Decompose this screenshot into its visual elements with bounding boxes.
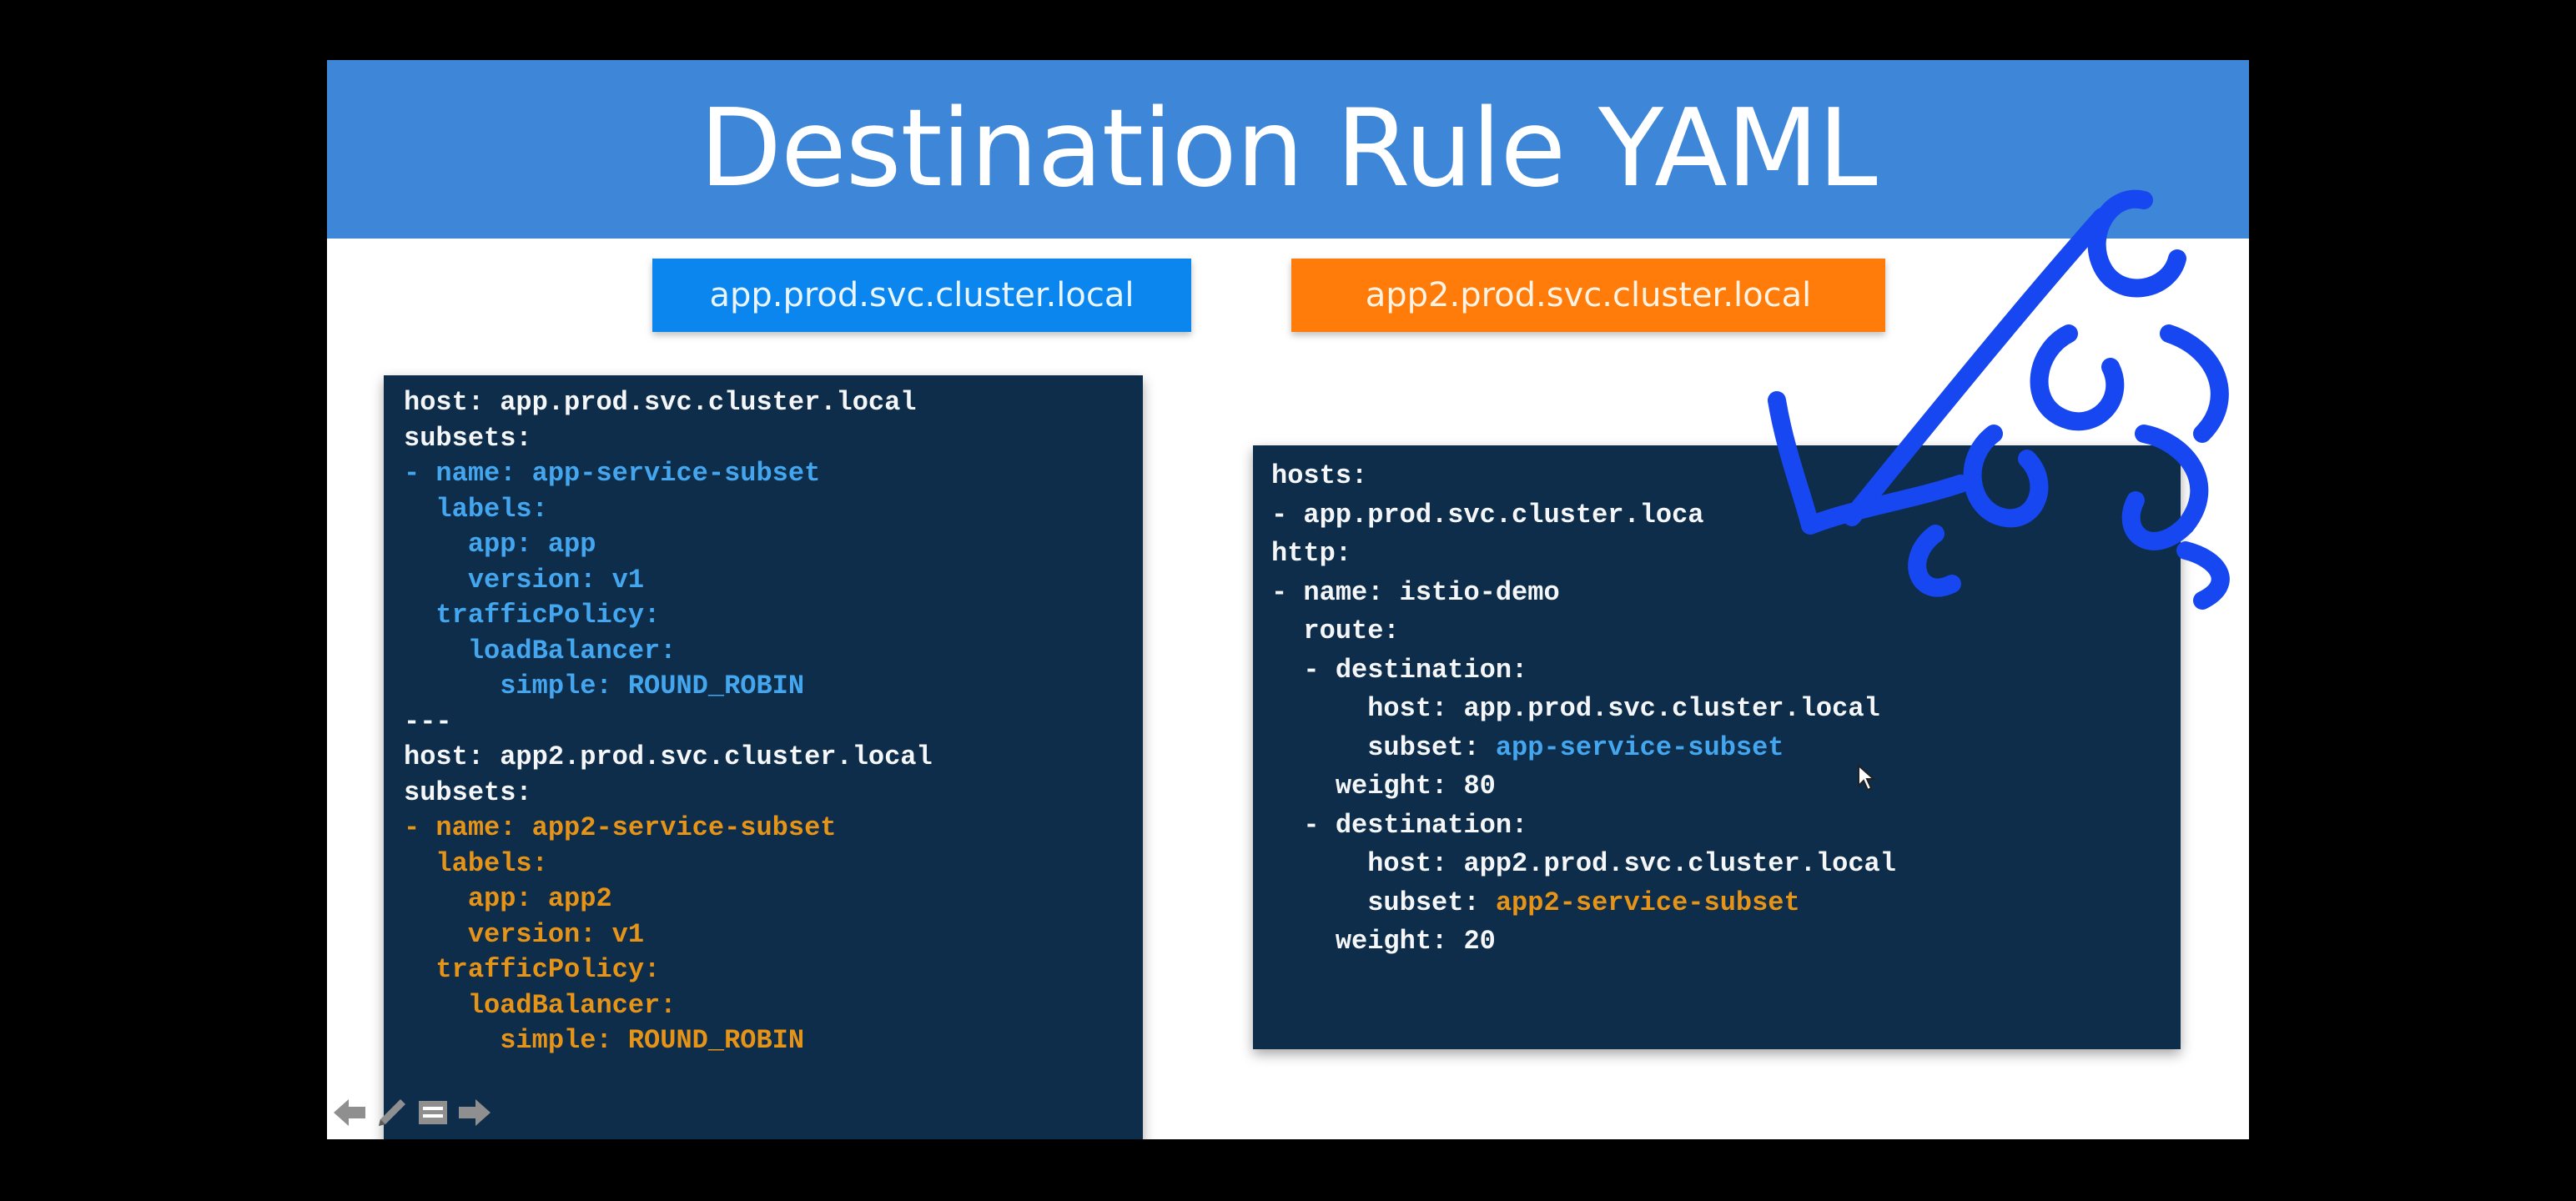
destination-rule-line: - name: app2-service-subset <box>404 812 837 843</box>
destination-rule-line: trafficPolicy: <box>404 954 661 985</box>
virtual-service-line: subset: app-service-subset <box>1271 729 1784 767</box>
destination-rule-line: simple: ROUND_ROBIN <box>404 671 805 701</box>
virtual-service-line-text: - app.prod.svc.cluster.loca <box>1271 499 1704 530</box>
virtual-service-line: weight: 20 <box>1271 922 1496 961</box>
host-label-app: app.prod.svc.cluster.local <box>652 259 1191 332</box>
destination-rule-line: loadBalancer: <box>404 635 677 666</box>
mouse-cursor-icon <box>1858 764 1876 791</box>
virtual-service-line: weight: 80 <box>1271 767 1496 806</box>
forward-arrow-icon[interactable] <box>454 1093 494 1133</box>
destination-rule-line: loadBalancer: <box>404 989 677 1021</box>
destination-rule-line: app: app <box>404 529 596 560</box>
virtual-service-line: - destination: <box>1271 651 1527 690</box>
virtual-service-line: hosts: <box>1271 457 1367 495</box>
virtual-service-line-text: weight: 20 <box>1271 926 1496 957</box>
virtual-service-line: - destination: <box>1271 807 1527 845</box>
subset-value: app2-service-subset <box>1495 887 1800 918</box>
virtual-service-code-panel: hosts: - app.prod.svc.cluster.loca http: - … <box>1253 445 2181 1049</box>
virtual-service-line: - app.prod.svc.cluster.loca <box>1271 496 1703 535</box>
destination-rule-line: host: app2.prod.svc.cluster.local <box>404 741 933 772</box>
virtual-service-line-text: weight: 80 <box>1271 771 1496 802</box>
destination-rule-line: labels: <box>404 493 548 525</box>
subset-value: app-service-subset <box>1495 731 1784 763</box>
virtual-service-line-text: http: <box>1271 538 1352 569</box>
virtual-service-line-text: subset: <box>1271 887 1496 918</box>
virtual-service-line: host: app2.prod.svc.cluster.local <box>1271 845 1896 883</box>
destination-rule-line: version: v1 <box>404 918 645 950</box>
destination-rule-line: app: app2 <box>404 883 612 914</box>
destination-rule-line: - name: app-service-subset <box>404 458 821 489</box>
virtual-service-line: http: <box>1271 535 1351 573</box>
destination-rule-line: subsets: <box>404 776 532 808</box>
pen-icon[interactable] <box>372 1093 412 1133</box>
virtual-service-line: route: <box>1271 612 1400 651</box>
destination-rule-line: subsets: <box>404 422 532 454</box>
destination-rule-line: trafficPolicy: <box>404 600 661 631</box>
back-arrow-icon[interactable] <box>330 1093 370 1133</box>
virtual-service-line-text: - destination: <box>1271 654 1528 686</box>
virtual-service-line-text: subset: <box>1271 731 1496 763</box>
virtual-service-line-text: host: app.prod.svc.cluster.local <box>1271 693 1880 724</box>
virtual-service-line: - name: istio-demo <box>1271 574 1560 612</box>
slide: Destination Rule YAML app.prod.svc.clust… <box>327 60 2249 1139</box>
destination-rule-line: host: app.prod.svc.cluster.local <box>404 387 917 418</box>
presentation-toolbar <box>327 1093 511 1133</box>
destination-rule-line: labels: <box>404 847 548 879</box>
slide-title: Destination Rule YAML <box>699 87 1877 211</box>
destination-rule-code-panel: host: app.prod.svc.cluster.local subsets:… <box>384 375 1143 1139</box>
virtual-service-line-text: host: app2.prod.svc.cluster.local <box>1271 848 1896 879</box>
virtual-service-line-text: hosts: <box>1271 460 1368 491</box>
virtual-service-line: subset: app2-service-subset <box>1271 884 1800 922</box>
destination-rule-line: simple: ROUND_ROBIN <box>404 1025 805 1056</box>
host-label-app2: app2.prod.svc.cluster.local <box>1291 259 1885 332</box>
title-bar: Destination Rule YAML <box>327 60 2249 239</box>
virtual-service-line: host: app.prod.svc.cluster.local <box>1271 690 1880 728</box>
destination-rule-line: --- <box>404 706 452 737</box>
virtual-service-line-text: - name: istio-demo <box>1271 576 1560 608</box>
destination-rule-line: version: v1 <box>404 564 645 595</box>
virtual-service-line-text: route: <box>1271 616 1400 646</box>
slides-menu-icon[interactable] <box>414 1093 454 1133</box>
virtual-service-line-text: - destination: <box>1271 809 1528 841</box>
